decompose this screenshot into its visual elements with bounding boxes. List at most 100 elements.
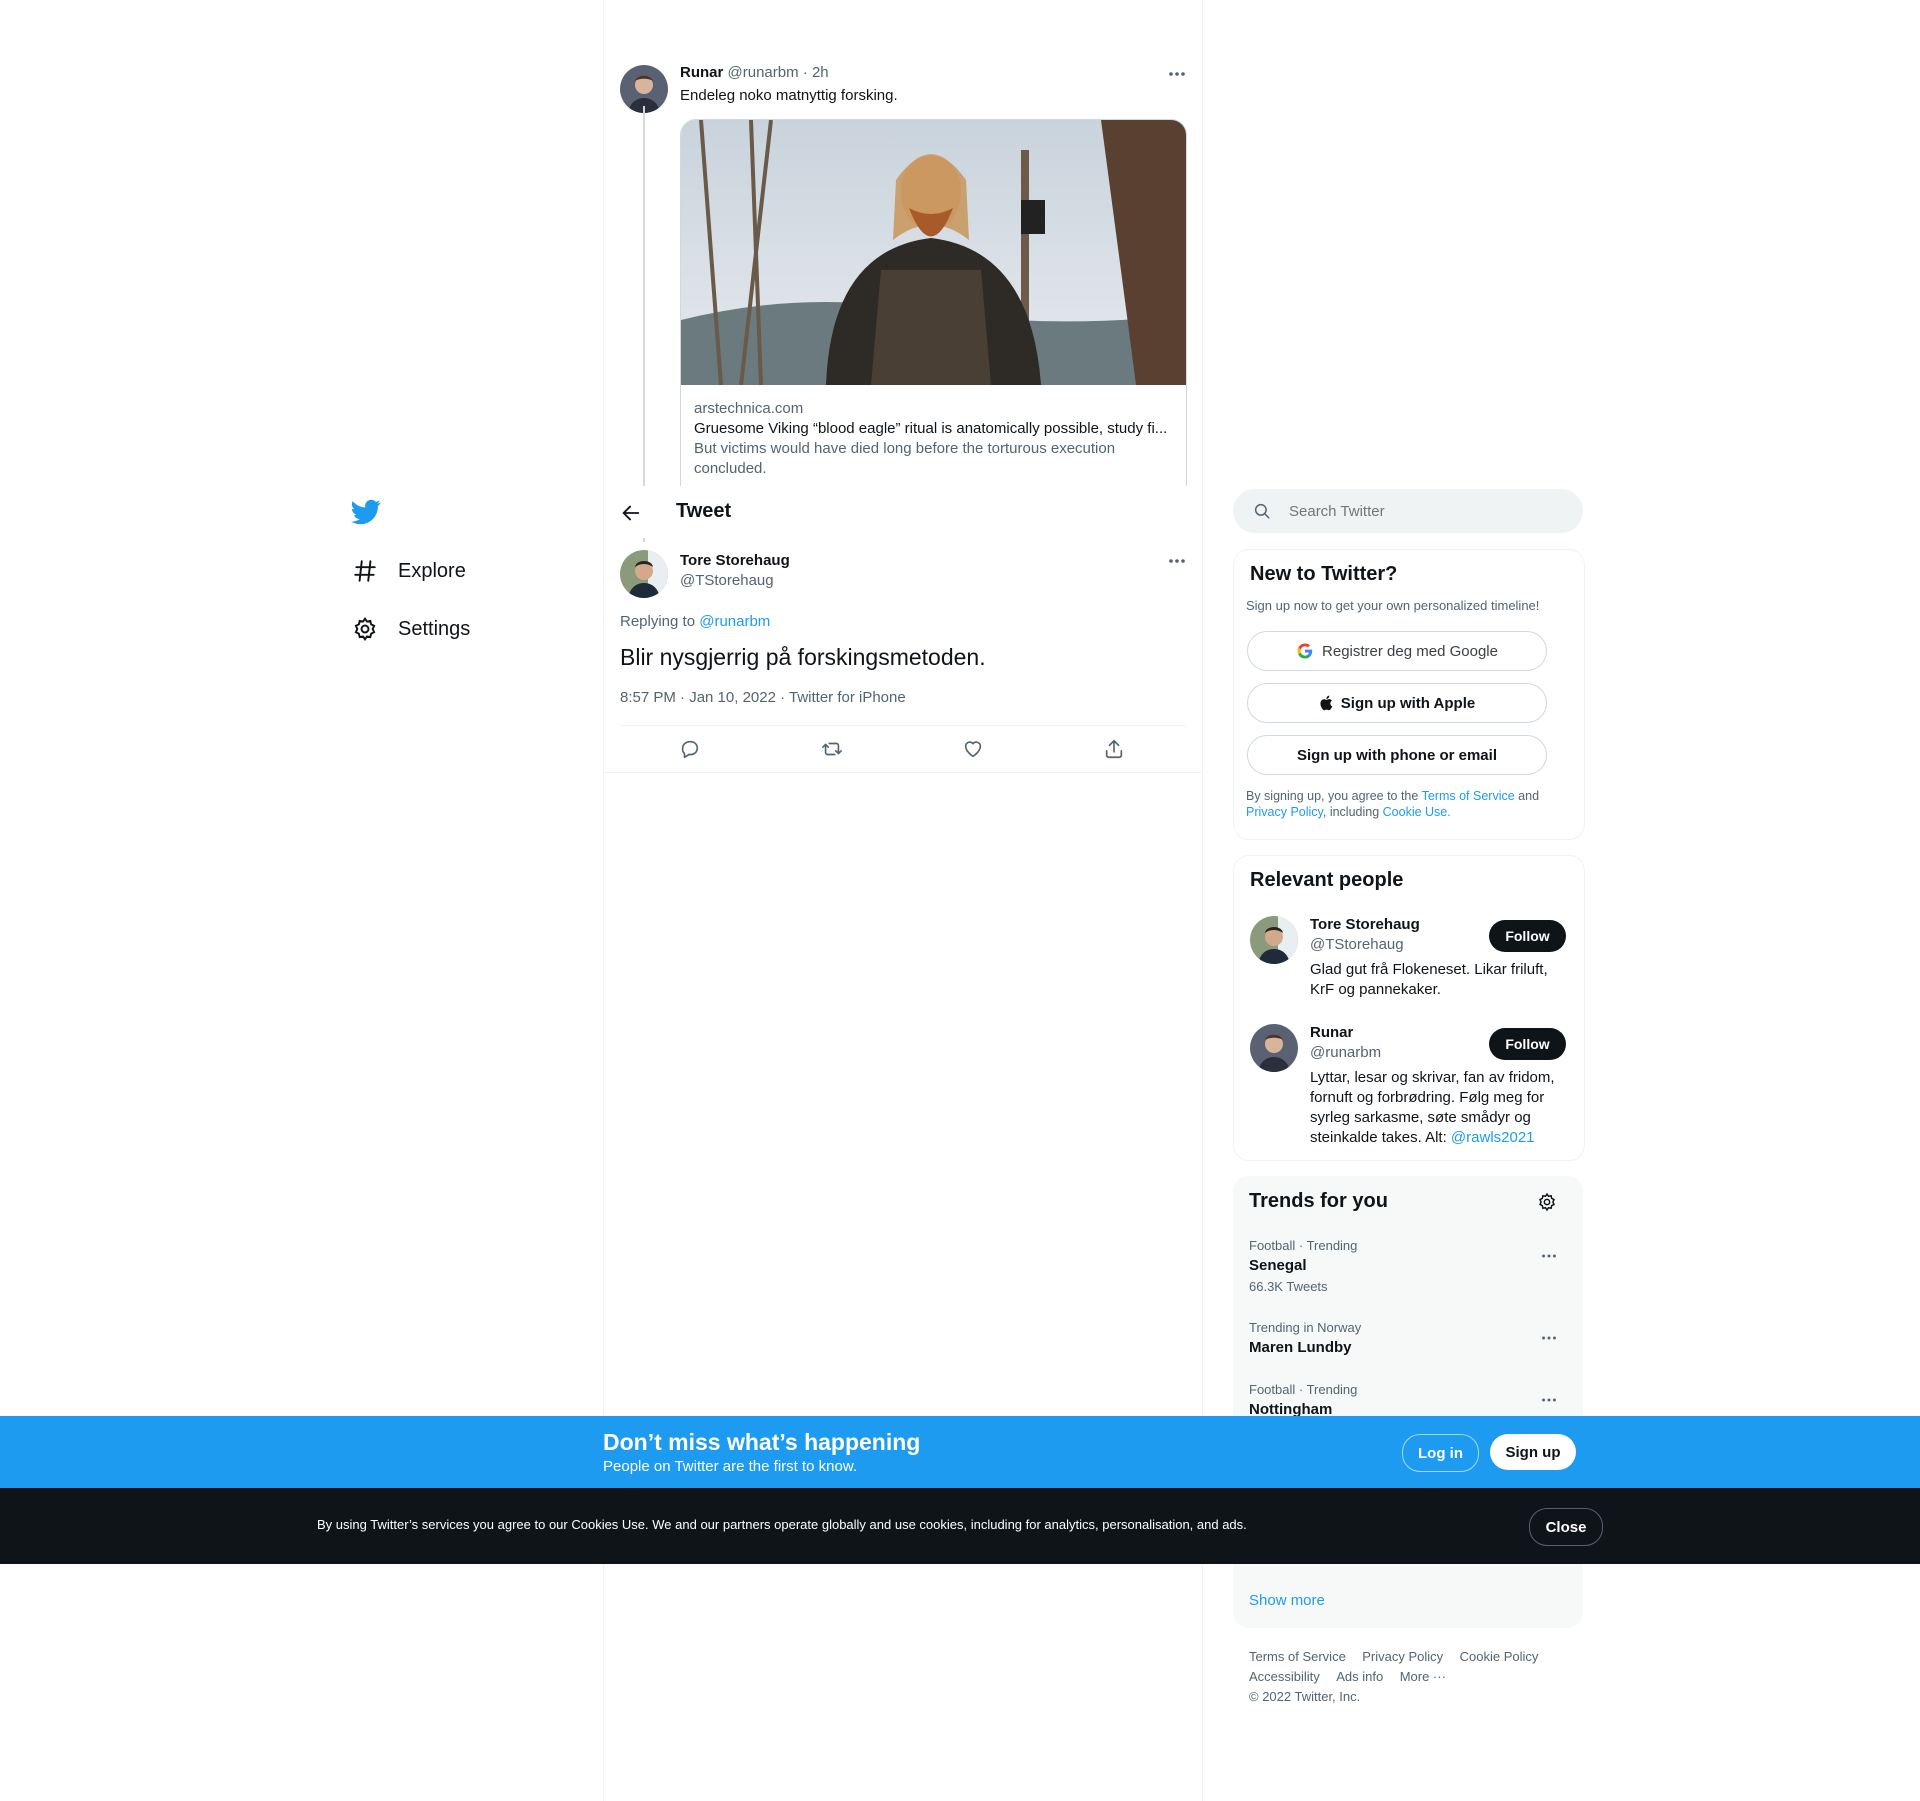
footer-terms-link[interactable]: Terms of Service — [1249, 1649, 1346, 1664]
nav-explore[interactable]: Explore — [352, 548, 466, 594]
apple-signup-button[interactable]: Sign up with Apple — [1247, 683, 1547, 723]
replying-to-label: Replying to — [620, 613, 700, 630]
phone-email-signup-label: Sign up with phone or email — [1296, 746, 1497, 764]
search-icon — [1253, 502, 1271, 520]
retweet-icon — [821, 738, 843, 760]
nav-explore-label: Explore — [398, 559, 466, 582]
more-options-icon[interactable] — [1166, 551, 1188, 571]
more-options-icon[interactable] — [1539, 1328, 1559, 1348]
like-button[interactable] — [956, 732, 990, 766]
avatar[interactable] — [620, 550, 668, 598]
thread-line — [643, 106, 645, 542]
tweet-header: Runar @runarbm · 2h — [680, 64, 829, 81]
back-arrow-icon[interactable] — [620, 502, 642, 524]
twitter-logo-icon[interactable] — [351, 497, 381, 527]
close-button[interactable]: Close — [1529, 1508, 1603, 1546]
hashtag-icon — [352, 558, 378, 584]
reply-button[interactable] — [673, 732, 707, 766]
cookie-text: By using Twitter’s services you agree to… — [317, 1517, 1247, 1532]
divider — [620, 725, 1186, 726]
page-title: Tweet — [676, 500, 732, 522]
google-icon — [1296, 642, 1314, 660]
trend-name: Senegal — [1249, 1257, 1307, 1274]
tweet-text: Blir nysgjerrig på forskingsmetoden. — [620, 644, 986, 670]
person-name[interactable]: Tore Storehaug — [1310, 916, 1420, 933]
retweet-button[interactable] — [815, 732, 849, 766]
trend-name: Maren Lundby — [1249, 1339, 1352, 1356]
more-options-icon[interactable] — [1539, 1246, 1559, 1266]
author-name[interactable]: Runar — [680, 64, 723, 81]
show-more-link[interactable]: Show more — [1249, 1592, 1325, 1609]
page-header: Tweet — [604, 486, 1202, 538]
panel-title: Trends for you — [1249, 1190, 1388, 1212]
footer-ads-info-link[interactable]: Ads info — [1336, 1669, 1383, 1684]
share-button[interactable] — [1097, 732, 1131, 766]
person-bio: Lyttar, lesar og skrivar, fan av fridom,… — [1310, 1068, 1568, 1148]
heart-icon — [962, 738, 984, 760]
nav-settings-label: Settings — [398, 617, 471, 640]
trend-item[interactable]: Football · Trending Senegal 66.3K Tweets — [1249, 1238, 1357, 1294]
legal-prefix: By signing up, you agree to the — [1246, 789, 1422, 803]
nav-settings[interactable]: Settings — [352, 606, 470, 652]
bio-link[interactable]: @rawls2021 — [1451, 1129, 1535, 1146]
relevant-people-panel: Relevant people Tore Storehaug @TStoreha… — [1233, 855, 1585, 1161]
footer-row: Accessibility Ads info More ··· — [1249, 1667, 1579, 1687]
author-handle[interactable]: @TStorehaug — [680, 572, 774, 589]
person-handle[interactable]: @TStorehaug — [1310, 936, 1404, 953]
avatar[interactable] — [1250, 1024, 1298, 1072]
signup-banner: Don’t miss what’s happening People on Tw… — [0, 1416, 1920, 1488]
footer-row: Terms of Service Privacy Policy Cookie P… — [1249, 1647, 1579, 1667]
link-card[interactable]: arstechnica.com Gruesome Viking “blood e… — [680, 119, 1187, 501]
follow-button[interactable]: Follow — [1489, 1028, 1566, 1060]
person-bio: Glad gut frå Flokeneset. Likar friluft, … — [1310, 961, 1548, 998]
gear-icon — [352, 616, 378, 642]
tweet-text: Endeleg noko matnyttig forsking. — [680, 87, 898, 104]
cookie-banner: By using Twitter’s services you agree to… — [0, 1488, 1920, 1564]
more-options-icon[interactable] — [1539, 1390, 1559, 1410]
trend-item[interactable]: Football · Trending Nottingham — [1249, 1382, 1357, 1418]
card-text: arstechnica.com Gruesome Viking “blood e… — [694, 399, 1174, 479]
panel-title: Relevant people — [1250, 869, 1404, 891]
banner-title: Don’t miss what’s happening — [603, 1429, 921, 1455]
card-description: But victims would have died long before … — [694, 440, 1116, 477]
tweet-time[interactable]: · 2h — [803, 64, 829, 81]
more-options-icon[interactable] — [1166, 64, 1188, 84]
avatar[interactable] — [1250, 916, 1298, 964]
privacy-link[interactable]: Privacy Policy — [1246, 805, 1323, 819]
google-signup-label: Registrer deg med Google — [1322, 642, 1498, 660]
trend-item[interactable]: Trending in Norway Maren Lundby — [1249, 1320, 1361, 1356]
footer: Terms of Service Privacy Policy Cookie P… — [1249, 1647, 1579, 1707]
copyright: © 2022 Twitter, Inc. — [1249, 1689, 1361, 1704]
cookie-use-link[interactable]: Cookie Use. — [1383, 805, 1451, 819]
gear-icon[interactable] — [1537, 1192, 1557, 1212]
search-box[interactable] — [1233, 489, 1583, 533]
legal-including: , including — [1322, 805, 1383, 819]
footer-privacy-link[interactable]: Privacy Policy — [1362, 1649, 1443, 1664]
person-handle[interactable]: @runarbm — [1310, 1044, 1381, 1061]
footer-cookie-link[interactable]: Cookie Policy — [1460, 1649, 1539, 1664]
follow-button[interactable]: Follow — [1489, 920, 1566, 952]
search-input[interactable] — [1287, 501, 1561, 521]
login-button[interactable]: Log in — [1402, 1434, 1479, 1472]
new-to-twitter-panel: New to Twitter? Sign up now to get your … — [1233, 549, 1585, 840]
google-signup-button[interactable]: Registrer deg med Google — [1247, 631, 1547, 671]
tweet-timestamp[interactable]: 8:57 PM · Jan 10, 2022 · Twitter for iPh… — [620, 689, 906, 706]
trend-meta: Football · Trending — [1249, 1382, 1358, 1397]
trend-meta: Trending in Norway — [1249, 1320, 1362, 1335]
replying-to-handle[interactable]: @runarbm — [699, 613, 770, 630]
divider — [604, 772, 1202, 773]
footer-accessibility-link[interactable]: Accessibility — [1249, 1669, 1320, 1684]
author-name[interactable]: Tore Storehaug — [680, 552, 790, 569]
footer-more-link[interactable]: More ··· — [1400, 1669, 1446, 1684]
phone-email-signup-button[interactable]: Sign up with phone or email — [1247, 735, 1547, 775]
panel-title: New to Twitter? — [1250, 563, 1398, 585]
signup-button[interactable]: Sign up — [1490, 1434, 1576, 1470]
card-image — [681, 120, 1186, 385]
card-title: Gruesome Viking “blood eagle” ritual is … — [694, 420, 1168, 437]
terms-link[interactable]: Terms of Service — [1422, 789, 1515, 803]
person-name[interactable]: Runar — [1310, 1024, 1353, 1041]
author-handle[interactable]: @runarbm — [728, 64, 799, 81]
legal-and: and — [1514, 789, 1540, 803]
panel-subtitle: Sign up now to get your own personalized… — [1246, 598, 1540, 613]
replying-to: Replying to @runarbm — [620, 613, 770, 630]
